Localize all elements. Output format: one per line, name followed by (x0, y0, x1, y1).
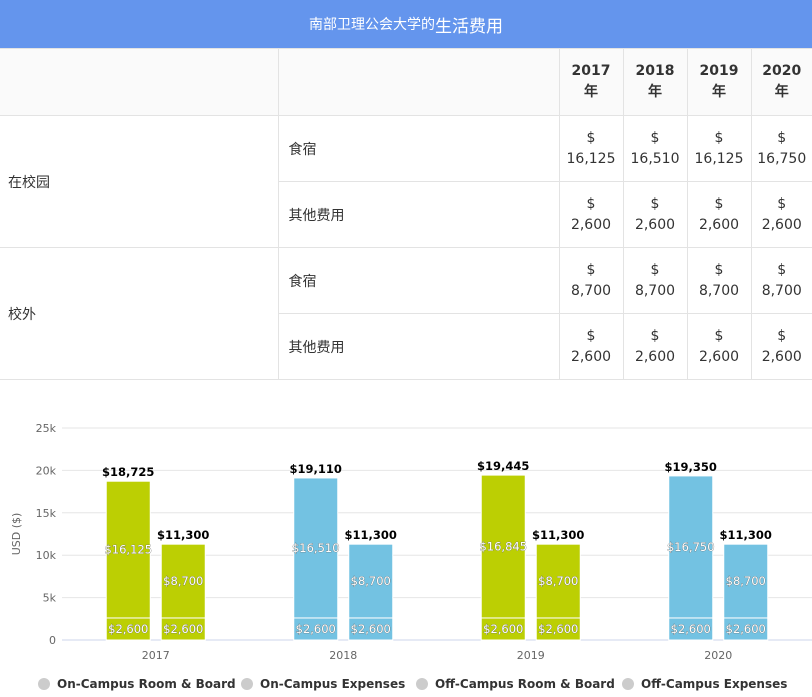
data-label: $2,600 (351, 622, 391, 636)
y-tick-label: 15k (36, 507, 57, 520)
x-tick-label: 2017 (142, 649, 170, 662)
x-tick-label: 2018 (329, 649, 357, 662)
year-header: 2018 年 (622, 48, 688, 116)
year-label: 2019 (699, 63, 739, 79)
total-label: $11,300 (532, 528, 584, 542)
section-label: 校外 (0, 247, 279, 380)
value-cell: $8,700 (750, 247, 812, 314)
data-label: $2,600 (163, 622, 203, 636)
value-cell: $8,700 (686, 247, 752, 314)
header-blank-cell (0, 48, 279, 116)
table-header-row: 2017 年 2018 年 2019 年 2020 年 (0, 48, 812, 116)
header-title-prefix: 南部卫理公会大学的 (309, 17, 435, 33)
value-cell: $2,600 (686, 181, 752, 248)
legend-item: Off-Campus Expenses (641, 677, 787, 691)
year-label: 2017 (571, 63, 611, 79)
year-header: 2017 年 (558, 48, 624, 116)
table-row: 在校园 食宿 $16,125 $16,510 $16,125 $16,750 (0, 115, 812, 248)
cost-chart: 0 5k 10k 15k 20k 25k USD ($) $2,600 $16,125 $18,7… (10, 422, 812, 691)
data-label: $2,600 (483, 622, 523, 636)
legend-marker (622, 678, 634, 690)
total-label: $19,445 (477, 459, 529, 473)
data-label: $16,750 (667, 540, 715, 554)
y-tick-label: 10k (36, 549, 57, 562)
row-label: 食宿 (277, 247, 560, 314)
year-header: 2020 年 (750, 48, 812, 116)
value-cell: $2,600 (622, 181, 688, 248)
data-label: $2,600 (671, 622, 711, 636)
data-label: $16,845 (479, 540, 527, 554)
year-unit: 年 (584, 84, 598, 100)
value-cell: $2,600 (558, 313, 624, 380)
header-title-main: 生活费用 (435, 16, 503, 37)
data-label: $16,125 (104, 543, 152, 557)
total-label: $19,110 (290, 462, 342, 476)
data-label: $2,600 (726, 622, 766, 636)
total-label: $11,300 (720, 528, 772, 542)
row-label: 食宿 (277, 115, 560, 182)
y-tick-label: 20k (36, 464, 57, 477)
data-label: $2,600 (296, 622, 336, 636)
value-cell: $16,125 (686, 115, 752, 182)
row-label: 其他费用 (278, 181, 560, 248)
value-cell: $16,510 (622, 115, 688, 182)
legend-item: On-Campus Expenses (260, 677, 405, 691)
data-label: $2,600 (108, 622, 148, 636)
data-label: $2,600 (538, 622, 578, 636)
legend-item: Off-Campus Room & Board (435, 677, 615, 691)
year-unit: 年 (712, 84, 726, 100)
value-cell: $8,700 (558, 247, 624, 314)
x-tick-label: 2020 (704, 649, 732, 662)
y-tick-label: 5k (43, 592, 57, 605)
data-label: $8,700 (163, 574, 203, 588)
y-tick-label: 25k (36, 422, 57, 435)
total-label: $19,350 (665, 460, 717, 474)
legend-marker (416, 678, 428, 690)
value-cell: $2,600 (686, 313, 752, 380)
data-label: $16,510 (292, 541, 340, 555)
value-cell: $16,125 (558, 115, 624, 182)
page-header: 南部卫理公会大学的 生活费用 (0, 0, 812, 48)
legend-marker (241, 678, 253, 690)
data-label: $8,700 (538, 574, 578, 588)
legend-marker (38, 678, 50, 690)
year-unit: 年 (648, 84, 662, 100)
data-label: $8,700 (726, 574, 766, 588)
y-axis-label: USD ($) (10, 513, 23, 556)
value-cell: $16,750 (750, 115, 812, 182)
x-tick-label: 2019 (517, 649, 545, 662)
section-label: 在校园 (0, 115, 279, 248)
total-label: $18,725 (102, 465, 154, 479)
header-blank-cell (277, 48, 560, 116)
year-header: 2019 年 (686, 48, 752, 116)
row-label: 其他费用 (278, 313, 560, 380)
total-label: $11,300 (345, 528, 397, 542)
value-cell: $2,600 (558, 181, 624, 248)
year-unit: 年 (774, 84, 789, 100)
legend-item: On-Campus Room & Board (57, 677, 236, 691)
data-label: $8,700 (351, 574, 391, 588)
year-label: 2020 (762, 63, 802, 79)
table-row: 校外 食宿 $8,700 $8,700 $8,700 $8,700 (0, 247, 812, 380)
value-cell: $2,600 (750, 313, 812, 380)
y-tick-label: 0 (49, 634, 56, 647)
total-label: $11,300 (157, 528, 209, 542)
cost-table: 2017 年 2018 年 2019 年 2020 年 在校园 食宿 $16,125 $… (0, 48, 812, 380)
year-label: 2018 (635, 63, 675, 79)
value-cell: $2,600 (750, 181, 812, 248)
value-cell: $8,700 (622, 247, 688, 314)
value-cell: $2,600 (622, 313, 688, 380)
